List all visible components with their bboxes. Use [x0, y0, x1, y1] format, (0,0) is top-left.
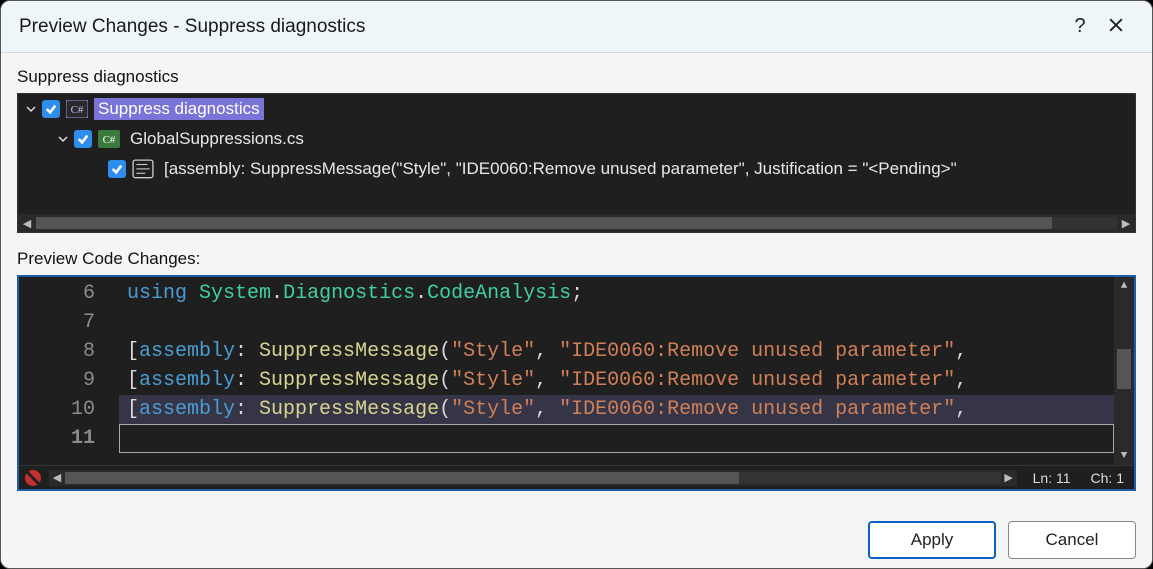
apply-button[interactable]: Apply [868, 521, 996, 559]
svg-text:C#: C# [71, 104, 84, 116]
tree-section-label: Suppress diagnostics [17, 67, 1136, 87]
error-indicator-icon[interactable] [23, 468, 45, 488]
code-lines[interactable]: using System.Diagnostics.CodeAnalysis; [… [119, 277, 1114, 465]
scroll-thumb[interactable] [1117, 349, 1131, 389]
code-snippet-icon [132, 160, 154, 178]
tree-label: [assembly: SuppressMessage("Style", "IDE… [160, 158, 961, 180]
code-horizontal-scrollbar[interactable]: ◀ ▶ [49, 470, 1017, 486]
scroll-thumb[interactable] [65, 472, 739, 484]
svg-text:C#: C# [103, 134, 116, 146]
scroll-right-icon[interactable]: ▶ [1001, 471, 1017, 484]
chevron-down-icon[interactable] [24, 102, 38, 116]
csharp-project-icon: C# [66, 100, 88, 118]
cancel-button[interactable]: Cancel [1008, 521, 1136, 559]
close-button[interactable] [1098, 16, 1134, 37]
scroll-left-icon[interactable]: ◀ [49, 471, 65, 484]
changes-tree[interactable]: C# Suppress diagnostics C# GlobalSuppres… [17, 93, 1136, 233]
code-preview[interactable]: 67891011 using System.Diagnostics.CodeAn… [17, 275, 1136, 491]
dialog-title: Preview Changes - Suppress diagnostics [19, 16, 1062, 38]
code-vertical-scrollbar[interactable]: ▲ ▼ [1114, 277, 1134, 465]
tree-label: GlobalSuppressions.cs [126, 128, 308, 150]
code-statusbar: ◀ ▶ Ln: 11 Ch: 1 [19, 465, 1134, 489]
dialog-content: Suppress diagnostics C# Suppress diagnos… [1, 53, 1152, 512]
cursor-line: Ln: 11 [1033, 470, 1071, 486]
tree-row-item[interactable]: [assembly: SuppressMessage("Style", "IDE… [18, 154, 1135, 184]
checkbox[interactable] [108, 160, 126, 178]
cursor-column: Ch: 1 [1091, 470, 1124, 486]
tree-horizontal-scrollbar[interactable]: ◀ ▶ [18, 214, 1135, 232]
dialog-footer: Apply Cancel [1, 512, 1152, 568]
code-section-label: Preview Code Changes: [17, 249, 1136, 269]
tree-row-file[interactable]: C# GlobalSuppressions.cs [18, 124, 1135, 154]
scroll-track[interactable] [65, 472, 1001, 484]
chevron-down-icon[interactable] [56, 132, 70, 146]
preview-changes-dialog: Preview Changes - Suppress diagnostics ?… [0, 0, 1153, 569]
titlebar: Preview Changes - Suppress diagnostics ? [1, 1, 1152, 53]
checkbox[interactable] [42, 100, 60, 118]
scroll-track[interactable] [36, 217, 1117, 229]
scroll-left-icon[interactable]: ◀ [18, 214, 36, 232]
tree-label: Suppress diagnostics [94, 98, 264, 120]
line-number-gutter: 67891011 [19, 277, 119, 465]
scroll-thumb[interactable] [36, 217, 1052, 229]
scroll-down-icon[interactable]: ▼ [1114, 447, 1134, 465]
tree-row-root[interactable]: C# Suppress diagnostics [18, 94, 1135, 124]
csharp-file-icon: C# [98, 130, 120, 148]
scroll-up-icon[interactable]: ▲ [1114, 277, 1134, 295]
scroll-right-icon[interactable]: ▶ [1117, 214, 1135, 232]
checkbox[interactable] [74, 130, 92, 148]
help-button[interactable]: ? [1062, 15, 1098, 38]
